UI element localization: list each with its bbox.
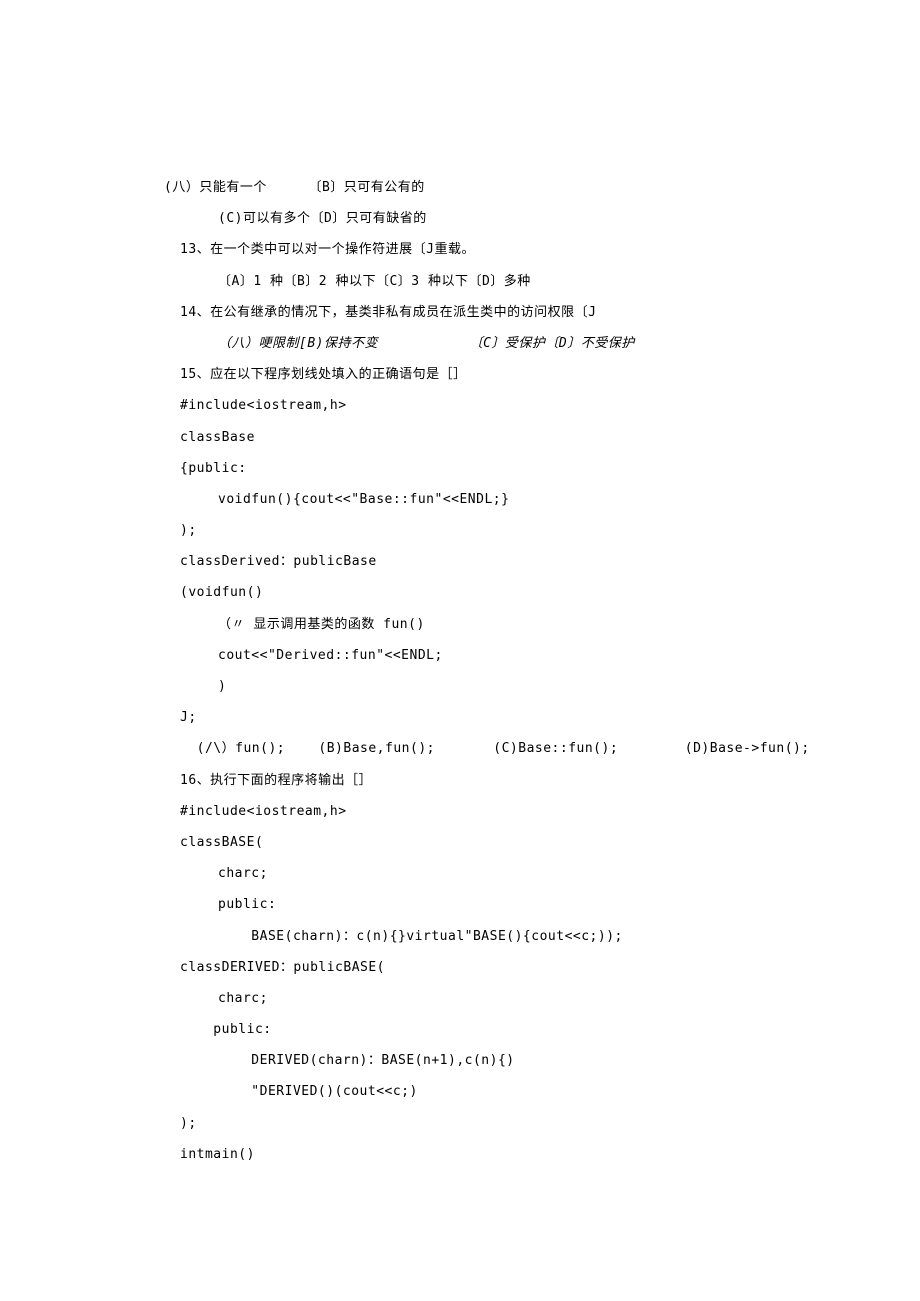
text-line-18: (/\）fun(); (B)Base,fun(); (C)Base::fun()…	[180, 733, 920, 764]
text-line-14: （〃 显示调用基类的函数 fun()	[180, 609, 920, 640]
text-line-7: #include<iostream,h>	[180, 390, 920, 421]
text-line-6: 15、应在以下程序划线处填入的正确语句是［］	[180, 359, 920, 390]
text-line-4: 14、在公有继承的情况下，基类非私有成员在派生类中的访问权限〔J	[180, 297, 920, 328]
text-line-9: {public:	[180, 453, 920, 484]
text-line-16: )	[180, 671, 920, 702]
text-line-25: classDERIVED：publicBASE(	[180, 952, 920, 983]
text-line-15: cout<<"Derived::fun"<<ENDL;	[180, 640, 920, 671]
text-line-17: J;	[180, 702, 920, 733]
text-line-8: classBase	[180, 422, 920, 453]
text-line-3: 〔A〕1 种〔B〕2 种以下〔C〕3 种以下〔D〕多种	[180, 266, 920, 297]
text-line-28: DERIVED(charn)：BASE(n+1),c(n){)	[180, 1045, 920, 1076]
text-line-20: #include<iostream,h>	[180, 796, 920, 827]
text-line-10: voidfun(){cout<<"Base::fun"<<ENDL;}	[180, 484, 920, 515]
text-line-12: classDerived：publicBase	[180, 546, 920, 577]
text-line-31: intmain()	[180, 1139, 920, 1170]
document-body: (八）只能有一个 〔B〕只可有公有的(C)可以有多个〔D〕只可有缺省的13、在一…	[180, 172, 920, 1170]
text-line-0: (八）只能有一个 〔B〕只可有公有的	[164, 172, 920, 203]
text-line-13: (voidfun()	[180, 577, 920, 608]
text-line-27: public:	[180, 1014, 920, 1045]
text-line-29: "DERIVED()(cout<<c;)	[180, 1076, 920, 1107]
text-line-24: BASE(charn)：c(n){}virtual"BASE(){cout<<c…	[180, 921, 920, 952]
text-line-21: classBASE(	[180, 827, 920, 858]
text-line-2: 13、在一个类中可以对一个操作符进展〔J重载。	[180, 234, 920, 265]
text-line-23: public:	[180, 889, 920, 920]
text-line-11: );	[180, 515, 920, 546]
text-line-22: charc;	[180, 858, 920, 889]
text-line-30: );	[180, 1108, 920, 1139]
text-line-19: 16、执行下面的程序将输出［］	[180, 765, 920, 796]
text-line-1: (C)可以有多个〔D〕只可有缺省的	[180, 203, 920, 234]
text-line-26: charc;	[180, 983, 920, 1014]
text-line-5: （八）哽限制[B)保持不变 〔C〕受保护〔D〕不受保护	[180, 328, 920, 359]
